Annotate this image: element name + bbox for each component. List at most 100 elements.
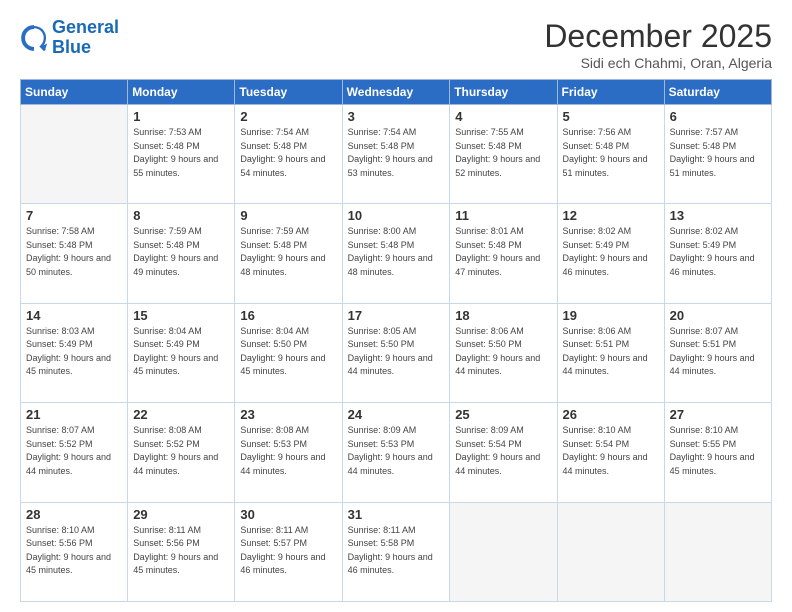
day-info: Sunrise: 8:10 AMSunset: 5:56 PMDaylight:… [26, 524, 122, 578]
day-info: Sunrise: 8:10 AMSunset: 5:55 PMDaylight:… [670, 424, 766, 478]
calendar-cell: 13 Sunrise: 8:02 AMSunset: 5:49 PMDayligh… [664, 204, 771, 303]
calendar-cell: 12 Sunrise: 8:02 AMSunset: 5:49 PMDayligh… [557, 204, 664, 303]
calendar-cell: 2 Sunrise: 7:54 AMSunset: 5:48 PMDaylight… [235, 105, 342, 204]
calendar-row: 21Sunrise: 8:07 AMSunset: 5:52 PMDayligh… [21, 403, 772, 502]
day-number: 12 [563, 208, 659, 223]
calendar-cell: 30Sunrise: 8:11 AMSunset: 5:57 PMDayligh… [235, 502, 342, 601]
day-number: 2 [240, 109, 336, 124]
calendar-cell [21, 105, 128, 204]
calendar-cell: 17 Sunrise: 8:05 AMSunset: 5:50 PMDayligh… [342, 303, 450, 402]
logo: General Blue [20, 18, 119, 58]
calendar-cell: 8 Sunrise: 7:59 AMSunset: 5:48 PMDaylight… [128, 204, 235, 303]
calendar-row: 14 Sunrise: 8:03 AMSunset: 5:49 PMDayligh… [21, 303, 772, 402]
header: General Blue December 2025 Sidi ech Chah… [20, 18, 772, 71]
calendar-cell: 9Sunrise: 7:59 AMSunset: 5:48 PMDaylight… [235, 204, 342, 303]
day-number: 8 [133, 208, 229, 223]
day-number: 29 [133, 507, 229, 522]
calendar-header-row: Sunday Monday Tuesday Wednesday Thursday… [21, 80, 772, 105]
calendar-row: 28 Sunrise: 8:10 AMSunset: 5:56 PMDayligh… [21, 502, 772, 601]
day-number: 6 [670, 109, 766, 124]
header-saturday: Saturday [664, 80, 771, 105]
day-info: Sunrise: 8:07 AMSunset: 5:51 PMDaylight:… [670, 325, 766, 379]
logo-text: General Blue [52, 18, 119, 58]
calendar-cell: 19 Sunrise: 8:06 AMSunset: 5:51 PMDayligh… [557, 303, 664, 402]
header-monday: Monday [128, 80, 235, 105]
day-info: Sunrise: 7:54 AMSunset: 5:48 PMDaylight:… [240, 126, 336, 180]
day-number: 28 [26, 507, 122, 522]
header-thursday: Thursday [450, 80, 557, 105]
subtitle: Sidi ech Chahmi, Oran, Algeria [544, 55, 772, 71]
day-info: Sunrise: 8:06 AMSunset: 5:51 PMDaylight:… [563, 325, 659, 379]
page: General Blue December 2025 Sidi ech Chah… [0, 0, 792, 612]
day-info: Sunrise: 8:09 AMSunset: 5:53 PMDaylight:… [348, 424, 445, 478]
day-number: 20 [670, 308, 766, 323]
day-info: Sunrise: 7:59 AMSunset: 5:48 PMDaylight:… [133, 225, 229, 279]
header-friday: Friday [557, 80, 664, 105]
day-info: Sunrise: 8:03 AMSunset: 5:49 PMDaylight:… [26, 325, 122, 379]
day-number: 30 [240, 507, 336, 522]
calendar-cell [450, 502, 557, 601]
day-info: Sunrise: 7:58 AMSunset: 5:48 PMDaylight:… [26, 225, 122, 279]
day-number: 13 [670, 208, 766, 223]
calendar-table: Sunday Monday Tuesday Wednesday Thursday… [20, 79, 772, 602]
calendar-cell: 14 Sunrise: 8:03 AMSunset: 5:49 PMDayligh… [21, 303, 128, 402]
day-number: 25 [455, 407, 551, 422]
day-info: Sunrise: 8:00 AMSunset: 5:48 PMDaylight:… [348, 225, 445, 279]
calendar-cell: 21Sunrise: 8:07 AMSunset: 5:52 PMDayligh… [21, 403, 128, 502]
day-info: Sunrise: 8:02 AMSunset: 5:49 PMDaylight:… [563, 225, 659, 279]
logo-icon [20, 24, 48, 52]
day-number: 1 [133, 109, 229, 124]
calendar-cell: 4Sunrise: 7:55 AMSunset: 5:48 PMDaylight… [450, 105, 557, 204]
day-number: 22 [133, 407, 229, 422]
calendar-cell: 26 Sunrise: 8:10 AMSunset: 5:54 PMDayligh… [557, 403, 664, 502]
day-info: Sunrise: 8:01 AMSunset: 5:48 PMDaylight:… [455, 225, 551, 279]
day-number: 23 [240, 407, 336, 422]
day-number: 26 [563, 407, 659, 422]
calendar-cell: 11 Sunrise: 8:01 AMSunset: 5:48 PMDayligh… [450, 204, 557, 303]
calendar-cell: 5Sunrise: 7:56 AMSunset: 5:48 PMDaylight… [557, 105, 664, 204]
day-info: Sunrise: 8:11 AMSunset: 5:58 PMDaylight:… [348, 524, 445, 578]
calendar-cell: 7 Sunrise: 7:58 AMSunset: 5:48 PMDaylight… [21, 204, 128, 303]
calendar-cell: 15 Sunrise: 8:04 AMSunset: 5:49 PMDayligh… [128, 303, 235, 402]
day-number: 3 [348, 109, 445, 124]
calendar-cell: 18Sunrise: 8:06 AMSunset: 5:50 PMDayligh… [450, 303, 557, 402]
day-number: 11 [455, 208, 551, 223]
header-wednesday: Wednesday [342, 80, 450, 105]
calendar-cell: 28 Sunrise: 8:10 AMSunset: 5:56 PMDayligh… [21, 502, 128, 601]
day-info: Sunrise: 7:53 AMSunset: 5:48 PMDaylight:… [133, 126, 229, 180]
calendar-cell [557, 502, 664, 601]
day-number: 4 [455, 109, 551, 124]
day-info: Sunrise: 8:07 AMSunset: 5:52 PMDaylight:… [26, 424, 122, 478]
day-number: 27 [670, 407, 766, 422]
day-info: Sunrise: 7:57 AMSunset: 5:48 PMDaylight:… [670, 126, 766, 180]
day-info: Sunrise: 8:10 AMSunset: 5:54 PMDaylight:… [563, 424, 659, 478]
calendar-cell: 25Sunrise: 8:09 AMSunset: 5:54 PMDayligh… [450, 403, 557, 502]
day-info: Sunrise: 7:54 AMSunset: 5:48 PMDaylight:… [348, 126, 445, 180]
day-number: 7 [26, 208, 122, 223]
calendar-cell: 16Sunrise: 8:04 AMSunset: 5:50 PMDayligh… [235, 303, 342, 402]
header-tuesday: Tuesday [235, 80, 342, 105]
day-number: 10 [348, 208, 445, 223]
day-number: 19 [563, 308, 659, 323]
day-info: Sunrise: 8:08 AMSunset: 5:52 PMDaylight:… [133, 424, 229, 478]
day-number: 15 [133, 308, 229, 323]
day-number: 17 [348, 308, 445, 323]
day-number: 31 [348, 507, 445, 522]
calendar-row: 7 Sunrise: 7:58 AMSunset: 5:48 PMDaylight… [21, 204, 772, 303]
calendar-cell: 20 Sunrise: 8:07 AMSunset: 5:51 PMDayligh… [664, 303, 771, 402]
calendar-cell [664, 502, 771, 601]
day-number: 14 [26, 308, 122, 323]
day-info: Sunrise: 8:04 AMSunset: 5:49 PMDaylight:… [133, 325, 229, 379]
day-info: Sunrise: 8:05 AMSunset: 5:50 PMDaylight:… [348, 325, 445, 379]
day-number: 16 [240, 308, 336, 323]
calendar-cell: 1 Sunrise: 7:53 AMSunset: 5:48 PMDaylight… [128, 105, 235, 204]
calendar-cell: 31 Sunrise: 8:11 AMSunset: 5:58 PMDayligh… [342, 502, 450, 601]
day-info: Sunrise: 8:08 AMSunset: 5:53 PMDaylight:… [240, 424, 336, 478]
day-number: 5 [563, 109, 659, 124]
day-number: 24 [348, 407, 445, 422]
day-info: Sunrise: 7:59 AMSunset: 5:48 PMDaylight:… [240, 225, 336, 279]
calendar-cell: 24 Sunrise: 8:09 AMSunset: 5:53 PMDayligh… [342, 403, 450, 502]
day-info: Sunrise: 8:06 AMSunset: 5:50 PMDaylight:… [455, 325, 551, 379]
day-info: Sunrise: 8:02 AMSunset: 5:49 PMDaylight:… [670, 225, 766, 279]
calendar-cell: 22 Sunrise: 8:08 AMSunset: 5:52 PMDayligh… [128, 403, 235, 502]
